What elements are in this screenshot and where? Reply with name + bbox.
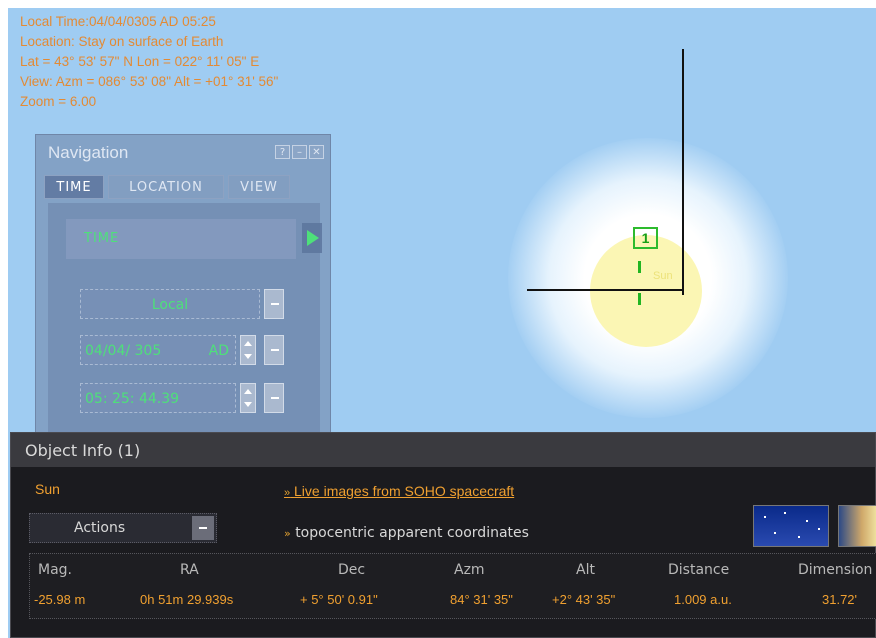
ra-value: 0h 51m 29.939s xyxy=(140,592,234,607)
marker-tick-top xyxy=(638,261,641,273)
soho-images-link[interactable]: » Live images from SOHO spacecraft xyxy=(284,483,514,499)
column-header: Dec xyxy=(338,562,366,578)
navigation-window-buttons: ? – ✕ xyxy=(275,145,324,159)
sun-label: Sun xyxy=(653,270,673,282)
zoom-readout: Zoom = 6.00 xyxy=(20,94,97,109)
date-dropdown-icon[interactable] xyxy=(264,335,284,365)
dimension-value: 31.72' xyxy=(822,592,858,607)
date-spinner-icon[interactable] xyxy=(240,335,256,365)
soho-link-text[interactable]: Live images from SOHO spacecraft xyxy=(294,483,514,499)
crosshair-vertical xyxy=(682,49,684,295)
sky-thumbnail[interactable] xyxy=(753,505,829,547)
column-header: Mag. xyxy=(38,562,72,578)
date-value: 04/04/ 305 xyxy=(85,343,162,359)
column-header: RA xyxy=(180,562,199,578)
time-spinner-icon[interactable] xyxy=(240,383,256,413)
column-header: Distance xyxy=(668,562,730,578)
navigation-panel: Navigation ? – ✕ TIME LOCATION VIEW TIME… xyxy=(35,134,331,435)
minimize-icon[interactable]: – xyxy=(292,145,307,159)
coords-bullet-icon: » xyxy=(284,527,291,540)
local-time-readout: Local Time:04/04/0305 AD 05:25 xyxy=(20,14,216,29)
object-marker[interactable]: 1 xyxy=(633,227,658,249)
help-icon[interactable]: ? xyxy=(275,145,290,159)
column-header: Alt xyxy=(576,562,595,578)
actions-dropdown-icon[interactable] xyxy=(192,516,214,540)
column-header: Dimension xyxy=(798,562,873,578)
object-info-panel: Object Info (1) Sun » Live images from S… xyxy=(10,432,876,638)
view-readout: View: Azm = 086° 53' 08" Alt = +01° 31' … xyxy=(20,74,279,89)
coordinates-mode[interactable]: » topocentric apparent coordinates xyxy=(284,525,529,541)
object-info-title: Object Info (1) xyxy=(25,441,141,460)
navigation-title: Navigation xyxy=(48,143,129,162)
location-readout: Location: Stay on surface of Earth xyxy=(20,34,224,49)
actions-dropdown[interactable]: Actions xyxy=(29,513,217,543)
object-info-titlebar: Object Info (1) xyxy=(11,433,875,467)
tab-time[interactable]: TIME xyxy=(44,175,104,199)
coordinates-mode-label: topocentric apparent coordinates xyxy=(295,525,529,541)
lat-lon-readout: Lat = 43° 53' 57" N Lon = 022° 11' 05" E xyxy=(20,54,260,69)
dec-value: + 5° 50' 0.91" xyxy=(300,592,378,607)
actions-label: Actions xyxy=(74,520,126,536)
crosshair-horizontal xyxy=(527,289,684,291)
date-field[interactable]: 04/04/ 305 AD xyxy=(80,335,236,365)
column-header: Azm xyxy=(454,562,485,578)
time-section-label: TIME xyxy=(84,231,120,246)
sun-thumbnail[interactable] xyxy=(838,505,876,547)
object-data-table: Mag. RA Dec Azm Alt Distance Dimension -… xyxy=(29,553,876,619)
tab-view[interactable]: VIEW xyxy=(228,175,290,199)
time-field[interactable]: 05: 25: 44.39 xyxy=(80,383,236,413)
time-zone-dropdown-icon[interactable] xyxy=(264,289,284,319)
altitude-value: +2° 43' 35" xyxy=(552,592,616,607)
object-name: Sun xyxy=(35,481,60,497)
time-dropdown-icon[interactable] xyxy=(264,383,284,413)
magnitude-value: -25.98 m xyxy=(34,592,86,607)
sun-disk[interactable] xyxy=(590,235,702,347)
distance-value: 1.009 a.u. xyxy=(674,592,732,607)
tab-location[interactable]: LOCATION xyxy=(108,175,224,199)
marker-tick-bottom xyxy=(638,293,641,305)
close-icon[interactable]: ✕ xyxy=(309,145,324,159)
play-icon[interactable] xyxy=(302,223,322,253)
time-zone-select[interactable]: Local xyxy=(80,289,260,319)
azimuth-value: 84° 31' 35" xyxy=(450,592,513,607)
link-bullet-icon: » xyxy=(284,487,291,499)
era-value: AD xyxy=(208,343,229,359)
